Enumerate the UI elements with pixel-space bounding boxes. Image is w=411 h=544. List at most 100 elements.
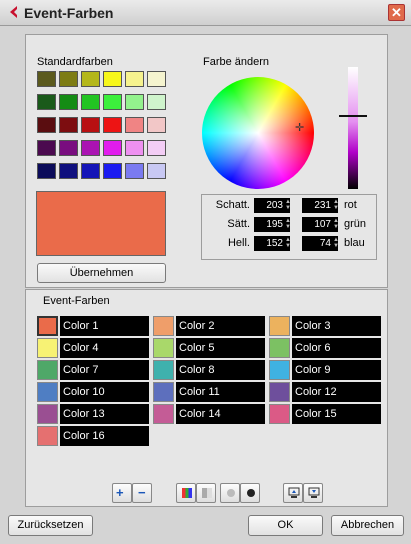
rgb-value-input[interactable]: 74 ▲ ▼: [302, 236, 339, 251]
event-color-chip[interactable]: [153, 338, 174, 358]
brightness-handle[interactable]: [339, 115, 367, 117]
event-color-name[interactable]: Color 13: [60, 404, 149, 424]
event-color-name[interactable]: Color 6: [292, 338, 381, 358]
event-color-name[interactable]: Color 2: [176, 316, 265, 336]
event-color-chip[interactable]: [37, 426, 58, 446]
add-color-button[interactable]: +: [112, 483, 132, 503]
rgb-value-input[interactable]: 107 ▲ ▼: [302, 217, 339, 232]
event-color-name[interactable]: Color 11: [176, 382, 265, 402]
event-color-name[interactable]: Color 4: [60, 338, 149, 358]
standard-color-swatch[interactable]: [147, 163, 166, 179]
spin-arrows-icon[interactable]: ▲ ▼: [333, 237, 339, 250]
standard-color-swatch[interactable]: [147, 140, 166, 156]
standard-color-swatch[interactable]: [59, 163, 78, 179]
standard-color-swatch[interactable]: [81, 163, 100, 179]
apply-button[interactable]: Übernehmen: [37, 263, 166, 283]
standard-color-swatch[interactable]: [147, 117, 166, 133]
hsl-value-input[interactable]: 203 ▲ ▼: [254, 198, 291, 213]
color-wheel[interactable]: ✛: [202, 77, 314, 189]
event-color-item[interactable]: Color 14: [153, 404, 265, 424]
event-color-name[interactable]: Color 8: [176, 360, 265, 380]
event-color-item[interactable]: Color 11: [153, 382, 265, 402]
event-color-name[interactable]: Color 3: [292, 316, 381, 336]
event-color-item[interactable]: Color 5: [153, 338, 265, 358]
standard-color-swatch[interactable]: [103, 94, 122, 110]
event-color-item[interactable]: Color 10: [37, 382, 149, 402]
event-color-name[interactable]: Color 1: [60, 316, 149, 336]
ok-button[interactable]: OK: [248, 515, 323, 536]
event-color-item[interactable]: Color 7: [37, 360, 149, 380]
spin-arrows-icon[interactable]: ▲ ▼: [333, 199, 339, 212]
event-color-chip[interactable]: [269, 404, 290, 424]
event-color-item[interactable]: Color 9: [269, 360, 381, 380]
standard-color-swatch[interactable]: [81, 94, 100, 110]
standard-color-swatch[interactable]: [125, 140, 144, 156]
spin-arrows-icon[interactable]: ▲ ▼: [333, 218, 339, 231]
standard-color-swatch[interactable]: [125, 94, 144, 110]
event-color-chip[interactable]: [37, 360, 58, 380]
close-button[interactable]: ✕: [388, 4, 405, 21]
standard-color-swatch[interactable]: [37, 140, 56, 156]
cancel-button[interactable]: Abbrechen: [331, 515, 404, 536]
event-color-chip[interactable]: [153, 316, 174, 336]
event-color-chip[interactable]: [269, 316, 290, 336]
rgb-value-input[interactable]: 231 ▲ ▼: [302, 198, 339, 213]
move-up-button[interactable]: [283, 483, 303, 503]
standard-color-swatch[interactable]: [59, 71, 78, 87]
event-color-item[interactable]: Color 13: [37, 404, 149, 424]
standard-color-swatch[interactable]: [37, 163, 56, 179]
standard-color-swatch[interactable]: [59, 117, 78, 133]
standard-color-swatch[interactable]: [37, 117, 56, 133]
event-color-item[interactable]: Color 15: [269, 404, 381, 424]
gray-bars-button[interactable]: [196, 483, 216, 503]
event-color-chip[interactable]: [153, 360, 174, 380]
hsl-value-input[interactable]: 195 ▲ ▼: [254, 217, 291, 232]
standard-color-swatch[interactable]: [103, 71, 122, 87]
event-color-name[interactable]: Color 5: [176, 338, 265, 358]
event-color-item[interactable]: Color 4: [37, 338, 149, 358]
reset-button[interactable]: Zurücksetzen: [8, 515, 93, 536]
event-color-name[interactable]: Color 7: [60, 360, 149, 380]
event-color-name[interactable]: Color 14: [176, 404, 265, 424]
standard-color-swatch[interactable]: [125, 163, 144, 179]
standard-color-swatch[interactable]: [81, 140, 100, 156]
standard-color-swatch[interactable]: [125, 117, 144, 133]
spin-arrows-icon[interactable]: ▲ ▼: [285, 237, 291, 250]
remove-color-button[interactable]: −: [132, 483, 152, 503]
move-down-button[interactable]: [303, 483, 323, 503]
event-color-item[interactable]: Color 12: [269, 382, 381, 402]
event-color-chip[interactable]: [269, 382, 290, 402]
standard-color-swatch[interactable]: [81, 117, 100, 133]
standard-color-swatch[interactable]: [147, 94, 166, 110]
event-color-chip[interactable]: [153, 404, 174, 424]
event-color-name[interactable]: Color 10: [60, 382, 149, 402]
standard-color-swatch[interactable]: [103, 117, 122, 133]
hsl-value-input[interactable]: 152 ▲ ▼: [254, 236, 291, 251]
brightness-slider[interactable]: [339, 67, 367, 189]
standard-color-swatch[interactable]: [81, 71, 100, 87]
event-color-chip[interactable]: [37, 316, 58, 336]
event-color-chip[interactable]: [37, 404, 58, 424]
standard-color-swatch[interactable]: [37, 71, 56, 87]
event-color-item[interactable]: Color 6: [269, 338, 381, 358]
standard-color-swatch[interactable]: [59, 94, 78, 110]
event-color-name[interactable]: Color 16: [60, 426, 149, 446]
event-color-name[interactable]: Color 9: [292, 360, 381, 380]
event-color-item[interactable]: Color 1: [37, 316, 149, 336]
event-color-chip[interactable]: [269, 360, 290, 380]
standard-color-swatch[interactable]: [125, 71, 144, 87]
spin-arrows-icon[interactable]: ▲ ▼: [285, 218, 291, 231]
event-color-item[interactable]: Color 16: [37, 426, 149, 446]
event-color-name[interactable]: Color 12: [292, 382, 381, 402]
event-color-item[interactable]: Color 2: [153, 316, 265, 336]
dot-light-button[interactable]: [220, 483, 240, 503]
standard-color-swatch[interactable]: [103, 163, 122, 179]
event-color-chip[interactable]: [153, 382, 174, 402]
standard-color-swatch[interactable]: [37, 94, 56, 110]
event-color-item[interactable]: Color 3: [269, 316, 381, 336]
event-color-chip[interactable]: [269, 338, 290, 358]
standard-color-swatch[interactable]: [103, 140, 122, 156]
event-color-chip[interactable]: [37, 338, 58, 358]
color-bars-button[interactable]: [176, 483, 196, 503]
standard-color-swatch[interactable]: [59, 140, 78, 156]
